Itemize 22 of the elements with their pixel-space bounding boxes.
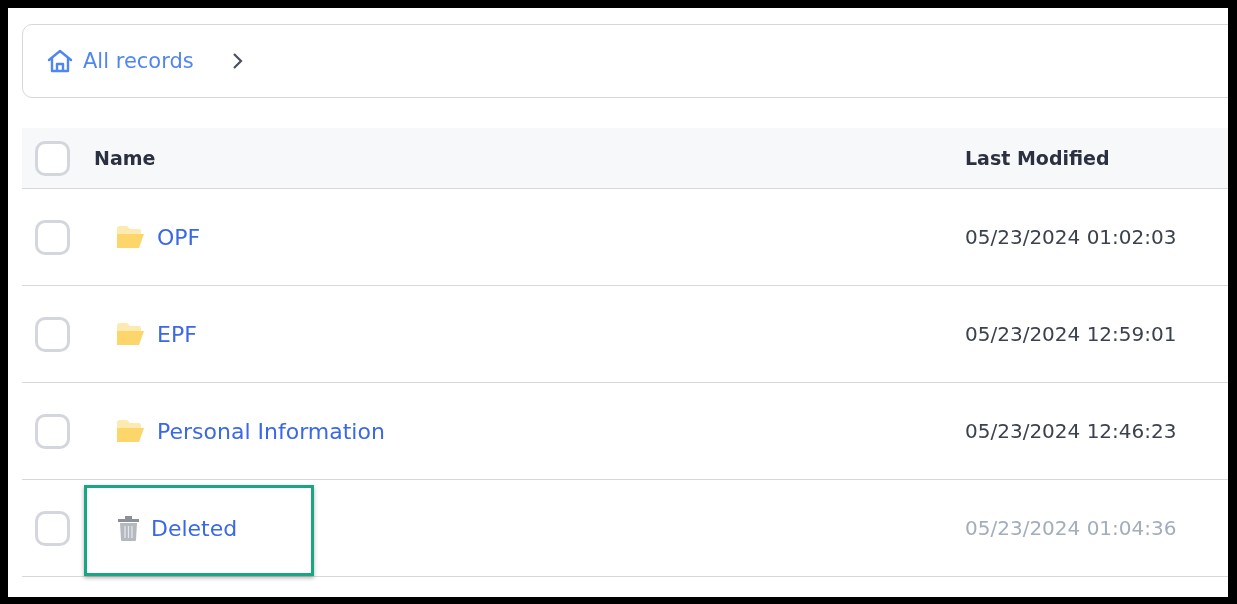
home-icon	[47, 49, 73, 73]
column-header: Name	[94, 147, 156, 169]
column-header: Last Modified	[965, 147, 1110, 169]
modified-date: 05/23/2024 01:04:36	[965, 516, 1177, 540]
row-checkbox[interactable]	[35, 510, 70, 546]
row-checkbox[interactable]	[35, 316, 70, 352]
folder-icon	[117, 323, 144, 345]
modified-date: 05/23/2024 12:46:23	[965, 419, 1177, 443]
record-name-link[interactable]: Deleted	[151, 515, 238, 541]
record-name-link[interactable]: Personal Information	[157, 418, 385, 444]
row-checkbox[interactable]	[35, 219, 70, 255]
select-all-checkbox[interactable]	[35, 140, 70, 176]
chevron-right-icon	[231, 52, 244, 70]
modified-date: 05/23/2024 01:02:03	[965, 225, 1177, 249]
modified-date: 05/23/2024 12:59:01	[965, 322, 1177, 346]
row-checkbox[interactable]	[35, 413, 70, 449]
record-name-link[interactable]: EPF	[157, 321, 197, 347]
record-name-link[interactable]: OPF	[157, 224, 201, 250]
trash-icon	[118, 515, 139, 541]
folder-icon	[117, 226, 144, 248]
breadcrumb-link[interactable]: All records	[47, 49, 194, 73]
folder-icon	[117, 420, 144, 442]
